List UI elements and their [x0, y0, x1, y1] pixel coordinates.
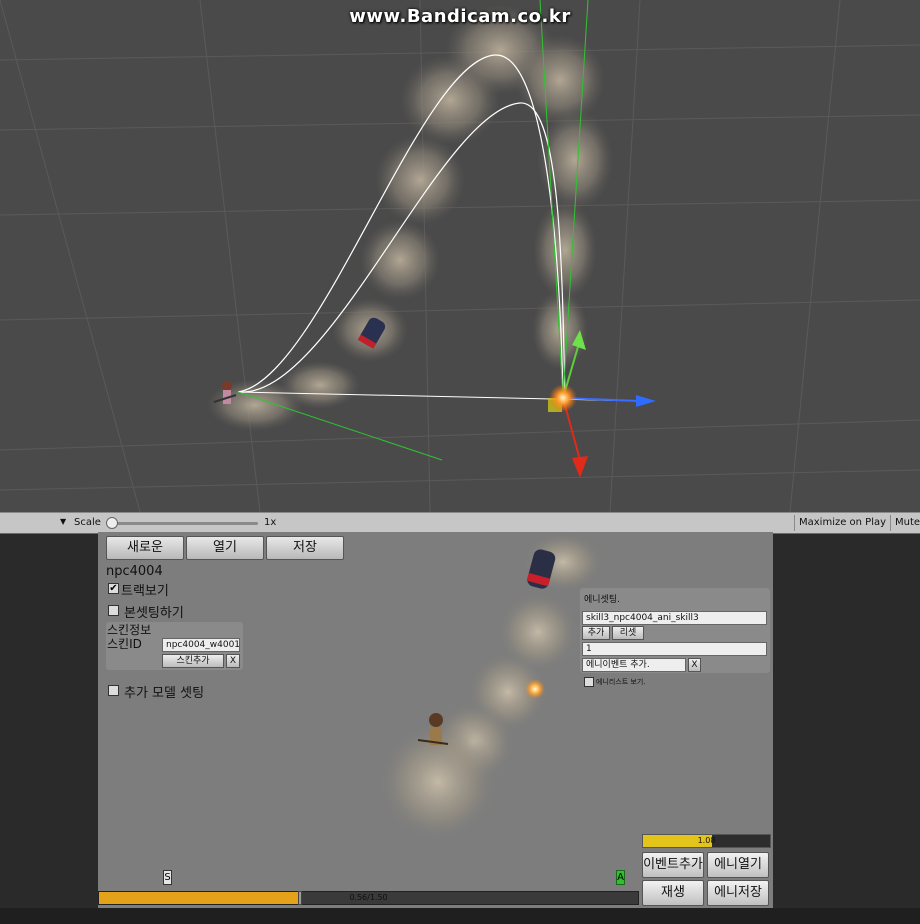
save-ani-button[interactable]: 에니저장	[707, 880, 769, 906]
speed-bar-text: 1.08	[697, 836, 716, 845]
extra-model-label: 추가 모델 셋팅	[124, 686, 205, 701]
scene-view[interactable]: www.Bandicam.co.kr	[0, 0, 920, 512]
x-axis-arrow[interactable]	[572, 456, 588, 478]
open-button[interactable]: 열기	[186, 536, 264, 560]
scale-slider-knob[interactable]	[106, 517, 118, 529]
bone-setting-label: 본셋팅하기	[124, 606, 184, 621]
remove-event-button[interactable]: X	[688, 658, 701, 672]
maximize-on-play-toggle[interactable]: Maximize on Play	[794, 515, 890, 531]
speed-bar[interactable]: 1.08	[642, 834, 771, 848]
z-axis-arrow[interactable]	[636, 395, 656, 407]
ani-setting-title: 에니셋팅.	[584, 595, 620, 605]
game-smoke	[378, 532, 603, 842]
game-view: 새로운 열기 저장 npc4004 ✔ 트랙보기 본셋팅하기 스킨정보 스킨ID…	[98, 532, 773, 908]
anim-event-marker[interactable]: A	[616, 870, 625, 885]
add-event-input[interactable]: 에니이벤트 추가.	[582, 658, 686, 672]
ani-name-input[interactable]: skill3_npc4004_ani_skill3	[582, 611, 767, 625]
skin-id-label: 스킨ID	[107, 637, 142, 651]
ani-list-view-label: 에니리스트 보기.	[596, 678, 646, 686]
extra-model-checkbox[interactable]	[108, 685, 119, 696]
flare	[549, 384, 577, 412]
watermark: www.Bandicam.co.kr	[349, 6, 571, 27]
bone-setting-checkbox[interactable]	[108, 605, 119, 616]
skin-id-input[interactable]: npc4004_w4001	[162, 638, 240, 652]
npc-name: npc4004	[106, 564, 163, 579]
dropdown-arrow-icon[interactable]: ▼	[60, 517, 66, 526]
start-marker[interactable]: S	[163, 870, 172, 885]
play-button[interactable]: 재생	[642, 880, 704, 906]
add-event-button[interactable]: 이벤트추가	[642, 852, 704, 878]
new-button[interactable]: 새로운	[106, 536, 184, 560]
mute-toggle[interactable]: Mute	[890, 515, 920, 531]
remove-skin-button[interactable]: X	[226, 654, 240, 668]
scale-slider-track[interactable]	[110, 522, 258, 525]
game-view-toolbar: ▼ Scale 1x Maximize on Play Mute	[0, 512, 920, 534]
scale-value: 1x	[264, 517, 277, 528]
timeline-progress-text: 0.56/1.50	[349, 893, 388, 902]
track-view-checkbox[interactable]: ✔	[108, 583, 119, 594]
save-button[interactable]: 저장	[266, 536, 344, 560]
add-skin-button[interactable]: 스킨추가	[162, 654, 224, 668]
track-view-label: 트랙보기	[121, 584, 169, 599]
ani-list-view-checkbox[interactable]	[584, 677, 594, 687]
bottom-bar	[0, 908, 920, 924]
timeline-bar[interactable]: 0.56/1.50	[98, 891, 639, 905]
scene-canvas	[0, 0, 920, 512]
add-ani-button[interactable]: 추가	[582, 626, 610, 640]
open-ani-button[interactable]: 에니열기	[707, 852, 769, 878]
game-flare	[525, 679, 545, 699]
scale-label: Scale	[74, 517, 101, 528]
ani-count-input[interactable]: 1	[582, 642, 767, 656]
reset-button[interactable]: 리셋	[612, 626, 644, 640]
